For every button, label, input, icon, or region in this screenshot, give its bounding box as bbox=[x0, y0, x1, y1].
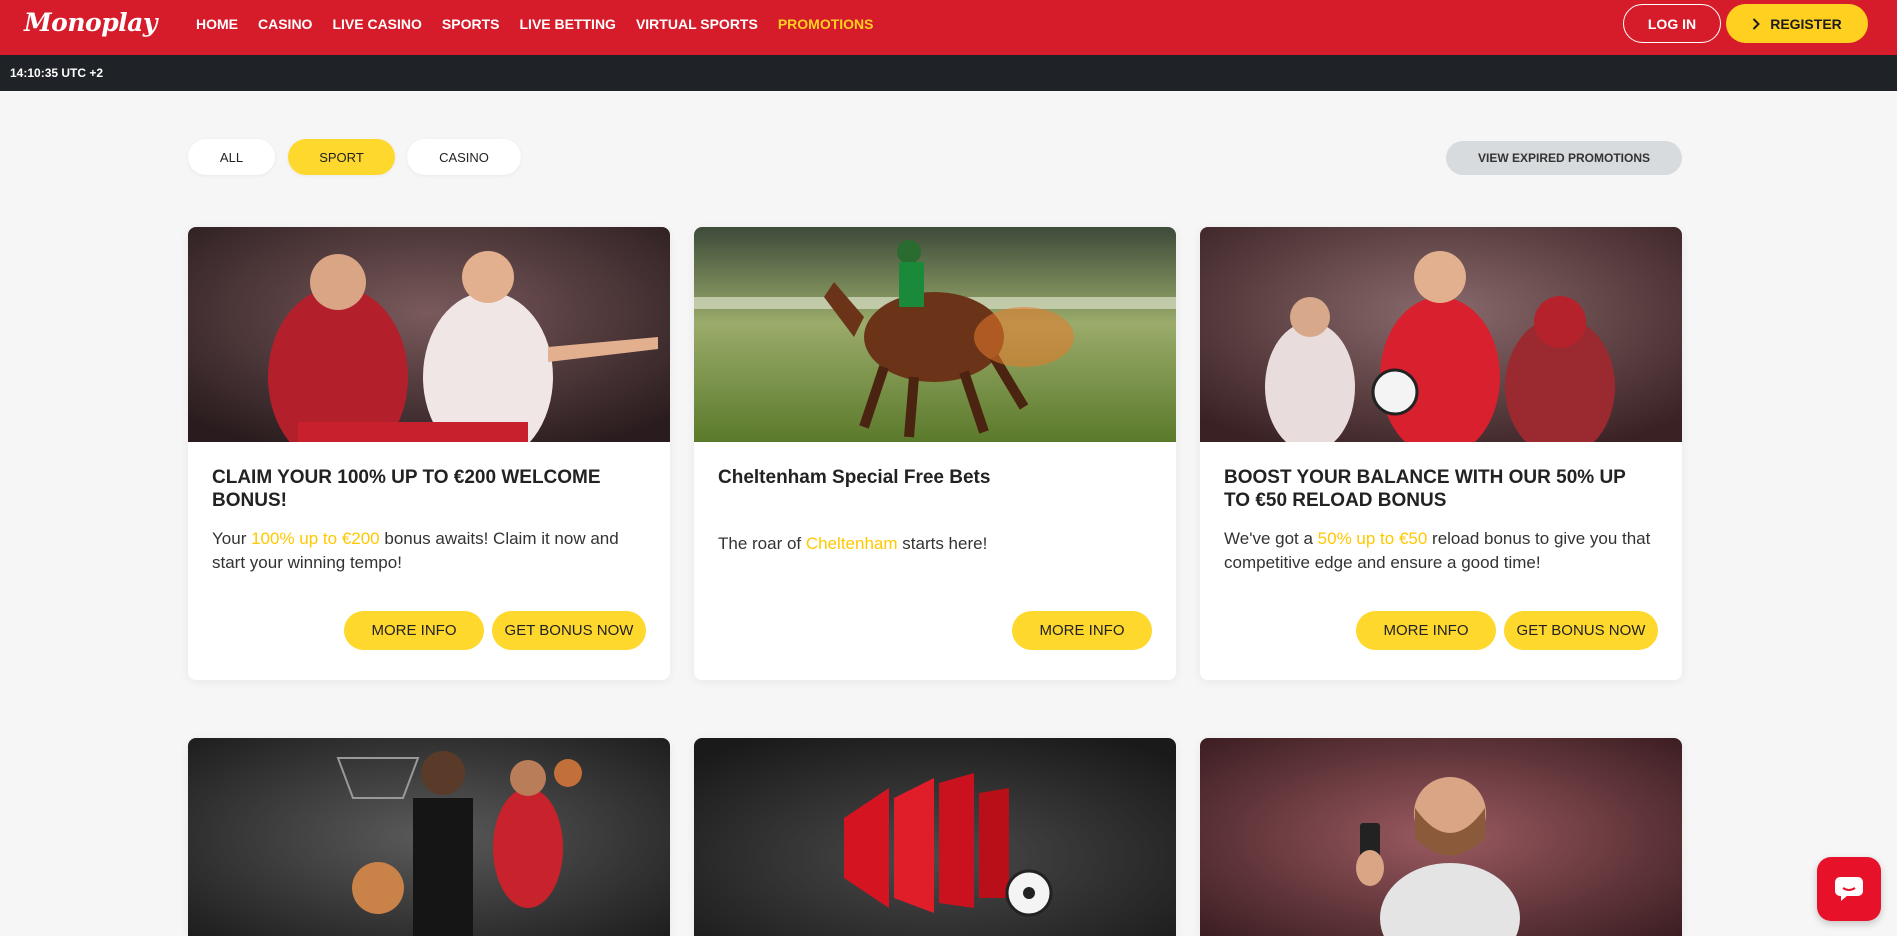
promo-image-basketball-players bbox=[188, 738, 670, 936]
desc-highlight: 50% up to €50 bbox=[1317, 529, 1428, 548]
nav-live-betting[interactable]: LIVE BETTING bbox=[520, 16, 616, 32]
nav-casino[interactable]: CASINO bbox=[258, 16, 312, 32]
promo-title: BOOST YOUR BALANCE WITH OUR 50% UP TO €5… bbox=[1224, 467, 1626, 511]
nav-promotions[interactable]: PROMOTIONS bbox=[778, 16, 874, 32]
desc-text: Your bbox=[212, 529, 252, 548]
promo-image-football-celebration bbox=[188, 227, 670, 442]
more-info-button[interactable]: MORE INFO bbox=[344, 611, 484, 650]
register-button[interactable]: REGISTER bbox=[1726, 4, 1868, 43]
filter-all[interactable]: ALL bbox=[188, 139, 275, 175]
view-expired-promotions-button[interactable]: VIEW EXPIRED PROMOTIONS bbox=[1446, 141, 1682, 175]
time-bar: 14:10:35 UTC +2 bbox=[0, 55, 1897, 91]
chat-button[interactable] bbox=[1817, 857, 1881, 921]
promo-description: We've got a 50% up to €50 reload bonus t… bbox=[1224, 527, 1664, 575]
monoplay-logo[interactable]: Monoplay bbox=[24, 8, 157, 37]
more-info-button[interactable]: MORE INFO bbox=[1012, 611, 1152, 650]
nav-home[interactable]: HOME bbox=[196, 16, 238, 32]
get-bonus-now-button[interactable]: GET BONUS NOW bbox=[1504, 611, 1658, 650]
promo-image-excited-fan bbox=[1200, 738, 1682, 936]
promo-image-horse-racing bbox=[694, 227, 1176, 442]
desc-text: We've got a bbox=[1224, 529, 1318, 548]
nav-sports[interactable]: SPORTS bbox=[442, 16, 500, 32]
desc-text: starts here! bbox=[897, 534, 988, 553]
register-label: REGISTER bbox=[1770, 15, 1842, 32]
promo-image-multisport-players bbox=[1200, 227, 1682, 442]
desc-highlight: 100% up to €200 bbox=[251, 529, 380, 548]
main-nav: HOME CASINO LIVE CASINO SPORTS LIVE BETT… bbox=[196, 0, 874, 47]
promo-card-fan-phone bbox=[1200, 738, 1682, 936]
desc-highlight: Cheltenham bbox=[805, 534, 898, 553]
promo-title: Cheltenham Special Free Bets bbox=[718, 467, 991, 488]
promo-card-basketball bbox=[188, 738, 670, 936]
promo-card-cheltenham: Cheltenham Special Free Bets The roar of… bbox=[694, 227, 1176, 680]
clock-text: 14:10:35 UTC +2 bbox=[10, 66, 104, 80]
promo-card-reload: BOOST YOUR BALANCE WITH OUR 50% UP TO €5… bbox=[1200, 227, 1682, 680]
nav-live-casino[interactable]: LIVE CASINO bbox=[332, 16, 421, 32]
promo-description: The roar of Cheltenham starts here! bbox=[718, 532, 1158, 556]
promo-title: CLAIM YOUR 100% UP TO €200 WELCOME BONUS… bbox=[212, 467, 601, 511]
filter-sport[interactable]: SPORT bbox=[288, 139, 395, 175]
promo-card-hexagon-goal bbox=[694, 738, 1176, 936]
filter-casino[interactable]: CASINO bbox=[407, 139, 521, 175]
desc-text: The roar of bbox=[718, 534, 806, 553]
chat-icon bbox=[1835, 877, 1863, 901]
top-navigation-bar: Monoplay HOME CASINO LIVE CASINO SPORTS … bbox=[0, 0, 1897, 55]
nav-virtual-sports[interactable]: VIRTUAL SPORTS bbox=[636, 16, 758, 32]
promo-description: Your 100% up to €200 bonus awaits! Claim… bbox=[212, 527, 652, 575]
more-info-button[interactable]: MORE INFO bbox=[1356, 611, 1496, 650]
promo-card-welcome: CLAIM YOUR 100% UP TO €200 WELCOME BONUS… bbox=[188, 227, 670, 680]
promo-image-red-hexagon-lights bbox=[694, 738, 1176, 936]
chevron-right-icon bbox=[1752, 17, 1761, 30]
login-button[interactable]: LOG IN bbox=[1623, 4, 1721, 43]
get-bonus-now-button[interactable]: GET BONUS NOW bbox=[492, 611, 646, 650]
